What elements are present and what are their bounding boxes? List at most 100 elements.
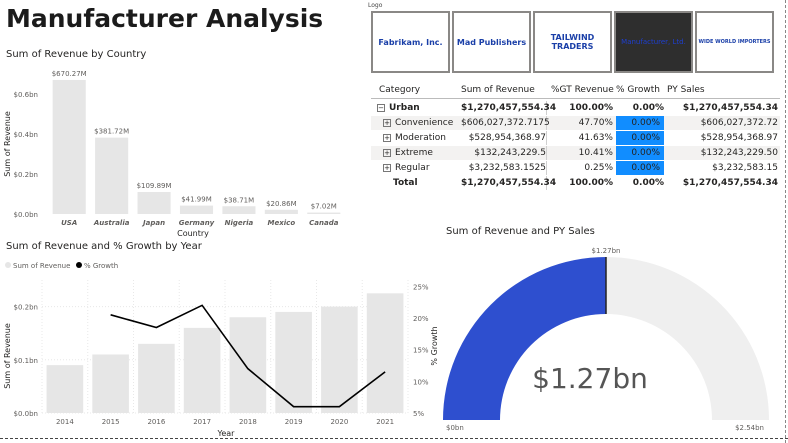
x-tick-label: 2014 [56, 418, 74, 426]
matrix-column-header[interactable]: PY Sales [667, 83, 777, 97]
y-tick-label: $0.4bn [14, 131, 38, 139]
logo-slicer-label: Logo [368, 2, 383, 9]
expand-icon[interactable]: + [383, 163, 391, 172]
bar[interactable] [137, 192, 171, 214]
matrix-cell-growth: 0.00% [616, 146, 664, 160]
matrix-cell-revenue: $132,243,229.5 [461, 146, 547, 160]
matrix-column-header[interactable]: %GT Revenue [551, 83, 614, 97]
bar-data-label: $38.71M [224, 196, 255, 204]
matrix-row-label-cell: + Extreme [383, 146, 463, 160]
x-tick-label: Canada [309, 219, 339, 227]
y-tick-label: $0.2bn [14, 304, 38, 312]
y-tick-label: $0.2bn [14, 171, 38, 179]
x-tick-label: Germany [179, 219, 215, 227]
bar[interactable] [229, 317, 267, 413]
matrix-row: + Extreme $132,243,229.5 10.41% 0.00% $132,24… [371, 146, 780, 160]
matrix-row: + Convenience $606,027,372.7175 47.70% 0.00%… [371, 116, 780, 130]
matrix-row-label: Urban [389, 103, 420, 113]
legend-label[interactable]: Sum of Revenue [13, 262, 70, 270]
y2-tick-label: 20% [413, 315, 429, 323]
y-tick-label: $0.6bn [14, 91, 38, 99]
matrix-row-label-cell: − Urban [377, 101, 457, 115]
country-revenue-chart: $0.0bn $0.2bn $0.4bn $0.6bn Sum of Revenue $6… [3, 70, 341, 238]
x-axis-title: Country [177, 229, 209, 238]
bar[interactable] [264, 209, 298, 214]
x-tick-label: Mexico [268, 219, 296, 227]
matrix-cell-gt: 100.00% [569, 103, 613, 113]
bar[interactable] [366, 293, 404, 413]
matrix-row: + Regular $3,232,583.1525 0.25% 0.00% $3,232,… [371, 161, 780, 175]
year-chart-title: Sum of Revenue and % Growth by Year [6, 241, 202, 252]
page-bottom-border [0, 438, 788, 439]
matrix-row-label-cell: + Moderation [383, 131, 463, 145]
logo-tile-label: Fabrikam, Inc. [378, 37, 443, 47]
matrix-cell-revenue: $3,232,583.1525 [461, 161, 547, 175]
matrix-row: − Urban $1,270,457,554.34 100.00% 0.00% $1,27… [371, 101, 780, 115]
matrix-row-label-cell: + Regular [383, 161, 463, 175]
matrix-cell-growth: 0.00% [632, 178, 664, 188]
matrix-cell-py: $606,027,372.72 [700, 118, 778, 128]
expand-icon[interactable]: + [383, 133, 391, 142]
matrix-row-label: Extreme [395, 148, 433, 158]
x-tick-label: Japan [141, 219, 165, 227]
y-axis-title: Sum of Revenue [3, 111, 12, 177]
matrix-header-divider [371, 98, 780, 99]
matrix-cell-gt: 100.00% [569, 178, 613, 188]
matrix-cell-revenue: $606,027,372.7175 [461, 116, 550, 130]
logo-tile[interactable]: Fabrikam, Inc. [371, 11, 450, 73]
bar[interactable] [183, 327, 221, 413]
matrix-row-label-cell: + Convenience [383, 116, 463, 130]
logo-tile[interactable]: WIDE WORLD IMPORTERS [695, 11, 774, 73]
x-axis-title: Year [217, 429, 236, 438]
bar[interactable] [222, 206, 256, 214]
x-tick-label: USA [61, 219, 77, 227]
bar-data-label: $109.89M [137, 182, 172, 190]
y2-tick-label: 5% [413, 410, 424, 418]
logo-tile-label: Mad Publishers [456, 37, 527, 47]
bar[interactable] [46, 365, 84, 413]
expand-icon[interactable]: + [383, 148, 391, 157]
matrix-cell-growth: 0.00% [616, 161, 664, 175]
matrix-row-label: Moderation [395, 133, 446, 143]
gauge-title: Sum of Revenue and PY Sales [446, 226, 595, 237]
matrix-column-header[interactable]: % Growth [616, 83, 664, 97]
y-tick-label: $0.0bn [14, 410, 38, 418]
x-tick-label: 2020 [330, 418, 348, 426]
logo-tile-label: WIDE WORLD IMPORTERS [698, 39, 771, 45]
matrix-cell-gt: 0.25% [584, 163, 613, 173]
matrix-column-header[interactable]: Category [379, 83, 459, 97]
y-tick-label: $0.0bn [14, 211, 38, 219]
logo-tile[interactable]: Manufacturer, Ltd. [614, 11, 693, 73]
matrix-cell-gt: 41.63% [578, 133, 613, 143]
bar[interactable] [138, 343, 175, 413]
expand-icon[interactable]: + [383, 118, 391, 127]
gauge-fill[interactable] [443, 257, 606, 420]
bar-data-label: $41.99M [181, 196, 212, 204]
gauge-min-label: $0bn [446, 424, 464, 432]
logo-tile[interactable]: TAILWIND TRADERS [533, 11, 612, 73]
page-title: Manufacturer Analysis [6, 4, 324, 33]
legend-label[interactable]: % Growth [84, 262, 118, 270]
matrix-cell-growth: 0.00% [616, 116, 664, 130]
matrix-row-label: Regular [395, 163, 430, 173]
x-tick-label: 2018 [239, 418, 257, 426]
bar-data-label: $7.02M [311, 203, 337, 211]
collapse-icon[interactable]: − [377, 103, 385, 112]
logo-tile[interactable]: Mad Publishers [452, 11, 531, 73]
bar[interactable] [95, 137, 129, 214]
bar[interactable] [52, 79, 86, 214]
matrix-cell-revenue: $1,270,457,554.34 [461, 176, 557, 190]
year-revenue-growth-chart: Sum of Revenue % Growth $0.0bn $0.1bn $0.2bn… [3, 262, 439, 438]
matrix-row: + Moderation $528,954,368.97 41.63% 0.00% $52… [371, 131, 780, 145]
matrix-column-header[interactable]: Sum of Revenue [461, 83, 548, 97]
bar[interactable] [179, 205, 214, 214]
bar[interactable] [307, 212, 341, 214]
bar[interactable] [275, 311, 312, 413]
logo-tile-label: TAILWIND TRADERS [550, 33, 595, 51]
bar[interactable] [92, 354, 129, 413]
matrix-row-label: Total [393, 178, 418, 188]
logo-tile-label: Manufacturer, Ltd. [621, 38, 686, 46]
matrix-cell-py: $1,270,457,554.34 [682, 178, 778, 188]
matrix-cell-growth: 0.00% [616, 131, 664, 145]
matrix-header-row: Category Sum of Revenue %GT Revenue% Growt… [371, 83, 780, 97]
